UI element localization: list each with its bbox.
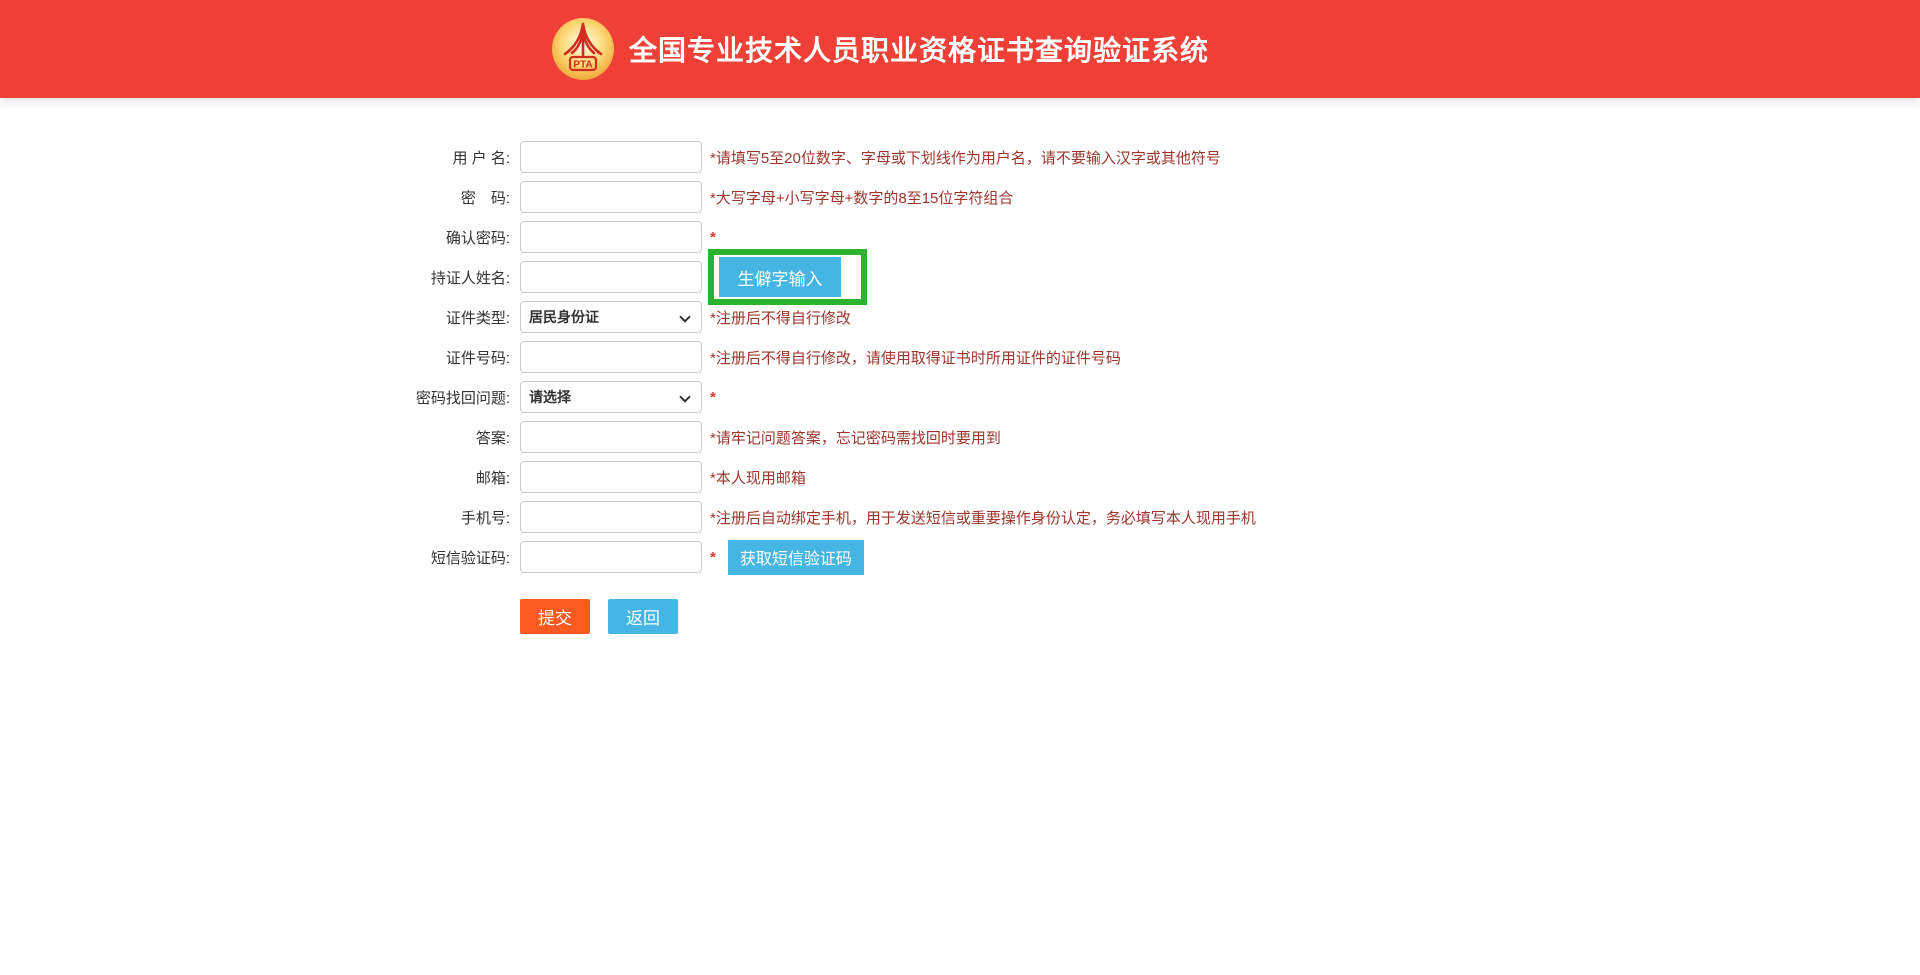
answer-input[interactable] [520, 421, 702, 453]
field-label-id-number: 证件号码: [330, 347, 510, 368]
username-input[interactable] [520, 141, 702, 173]
field-label-id-type: 证件类型: [330, 307, 510, 328]
field-label-password: 密 码: [330, 187, 510, 208]
field-hint-password: *大写字母+小写字母+数字的8至15位字符组合 [710, 187, 1013, 208]
pta-logo-icon: PTA [551, 17, 615, 81]
page: PTA 全国专业技术人员职业资格证书查询验证系统 用 户 名: *请填写5至20位… [0, 0, 1920, 975]
field-hint-id-number: *注册后不得自行修改，请使用取得证书时所用证件的证件号码 [710, 347, 1121, 368]
field-label-mobile: 手机号: [330, 507, 510, 528]
form-row-id-type: 证件类型: 居民身份证 *注册后不得自行修改 [330, 301, 1920, 333]
recovery-question-select[interactable]: 请选择 [520, 381, 702, 413]
required-asterisk: * [710, 549, 716, 566]
required-asterisk: * [710, 389, 716, 406]
field-label-answer: 答案: [330, 427, 510, 448]
field-hint-mobile: *注册后自动绑定手机，用于发送短信或重要操作身份认定，务必填写本人现用手机 [710, 507, 1256, 528]
highlight-box: 生僻字输入 [708, 249, 867, 305]
id-type-select[interactable]: 居民身份证 [520, 301, 702, 333]
back-button[interactable]: 返回 [608, 599, 678, 634]
registration-form: 用 户 名: *请填写5至20位数字、字母或下划线作为用户名，请不要输入汉字或其他… [330, 141, 1920, 573]
field-label-email: 邮箱: [330, 467, 510, 488]
form-row-recovery-question: 密码找回问题: 请选择 * [330, 381, 1920, 413]
field-hint-email: *本人现用邮箱 [710, 467, 806, 488]
header-content: PTA 全国专业技术人员职业资格证书查询验证系统 [551, 17, 1209, 81]
header-banner: PTA 全国专业技术人员职业资格证书查询验证系统 [0, 0, 1920, 98]
field-label-confirm-password: 确认密码: [330, 227, 510, 248]
holder-name-input[interactable] [520, 261, 702, 293]
form-row-mobile: 手机号: *注册后自动绑定手机，用于发送短信或重要操作身份认定，务必填写本人现用手… [330, 501, 1920, 533]
password-input[interactable] [520, 181, 702, 213]
logo-text: PTA [573, 60, 592, 71]
submit-button[interactable]: 提交 [520, 599, 590, 634]
rare-character-input-button[interactable]: 生僻字输入 [719, 257, 841, 297]
field-hint-username: *请填写5至20位数字、字母或下划线作为用户名，请不要输入汉字或其他符号 [710, 147, 1221, 168]
form-row-email: 邮箱: *本人现用邮箱 [330, 461, 1920, 493]
form-row-username: 用 户 名: *请填写5至20位数字、字母或下划线作为用户名，请不要输入汉字或其他… [330, 141, 1920, 173]
field-label-sms-code: 短信验证码: [330, 547, 510, 568]
field-label-holder-name: 持证人姓名: [330, 267, 510, 288]
id-number-input[interactable] [520, 341, 702, 373]
field-hint-id-type: *注册后不得自行修改 [710, 307, 851, 328]
form-row-holder-name: 持证人姓名:生僻字输入 [330, 261, 1920, 293]
form-row-password: 密 码: *大写字母+小写字母+数字的8至15位字符组合 [330, 181, 1920, 213]
mobile-input[interactable] [520, 501, 702, 533]
id-type-select-wrap: 居民身份证 [510, 301, 702, 333]
page-title: 全国专业技术人员职业资格证书查询验证系统 [629, 29, 1209, 69]
form-row-sms-code: 短信验证码: * 获取短信验证码 [330, 541, 1920, 573]
get-sms-code-button[interactable]: 获取短信验证码 [728, 540, 864, 575]
field-label-username: 用 户 名: [330, 147, 510, 168]
confirm-password-input[interactable] [520, 221, 702, 253]
form-row-confirm-password: 确认密码: * [330, 221, 1920, 253]
main-content: 用 户 名: *请填写5至20位数字、字母或下划线作为用户名，请不要输入汉字或其他… [0, 98, 1920, 634]
sms-code-input[interactable] [520, 541, 702, 573]
recovery-question-select-wrap: 请选择 [510, 381, 702, 413]
form-row-answer: 答案: *请牢记问题答案，忘记密码需找回时要用到 [330, 421, 1920, 453]
field-hint-answer: *请牢记问题答案，忘记密码需找回时要用到 [710, 427, 1001, 448]
field-label-recovery-question: 密码找回问题: [330, 387, 510, 408]
form-row-id-number: 证件号码: *注册后不得自行修改，请使用取得证书时所用证件的证件号码 [330, 341, 1920, 373]
form-actions: 提交 返回 [520, 599, 1920, 634]
email-input[interactable] [520, 461, 702, 493]
required-asterisk: * [710, 229, 716, 246]
